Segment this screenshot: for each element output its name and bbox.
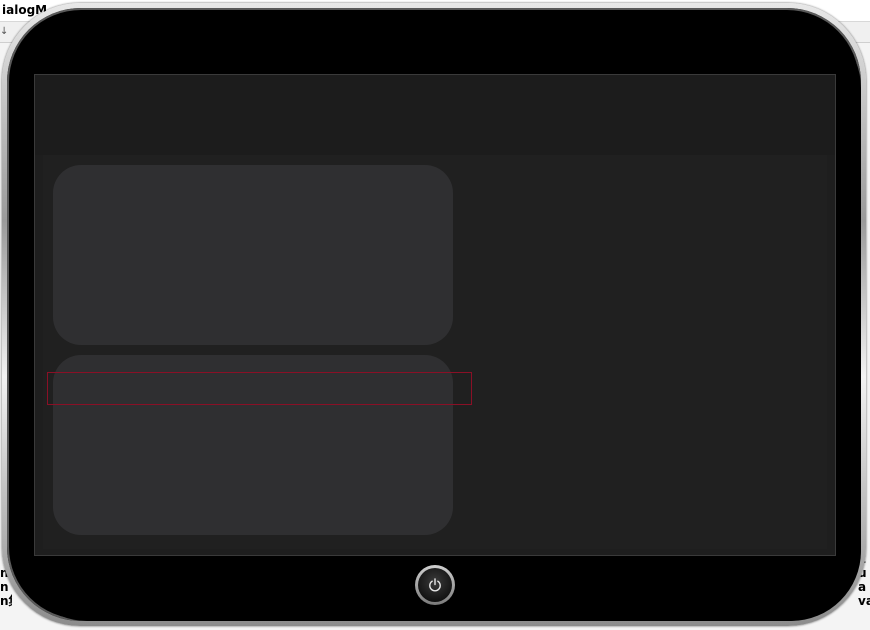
power-button-face — [418, 568, 452, 602]
power-icon — [429, 578, 441, 592]
screen-header — [35, 75, 835, 155]
power-button[interactable] — [415, 565, 455, 605]
host-left-glyph: ↓ — [0, 26, 9, 37]
tablet-screen — [34, 74, 836, 556]
focus-highlight — [47, 372, 472, 405]
card-top[interactable] — [53, 165, 453, 345]
